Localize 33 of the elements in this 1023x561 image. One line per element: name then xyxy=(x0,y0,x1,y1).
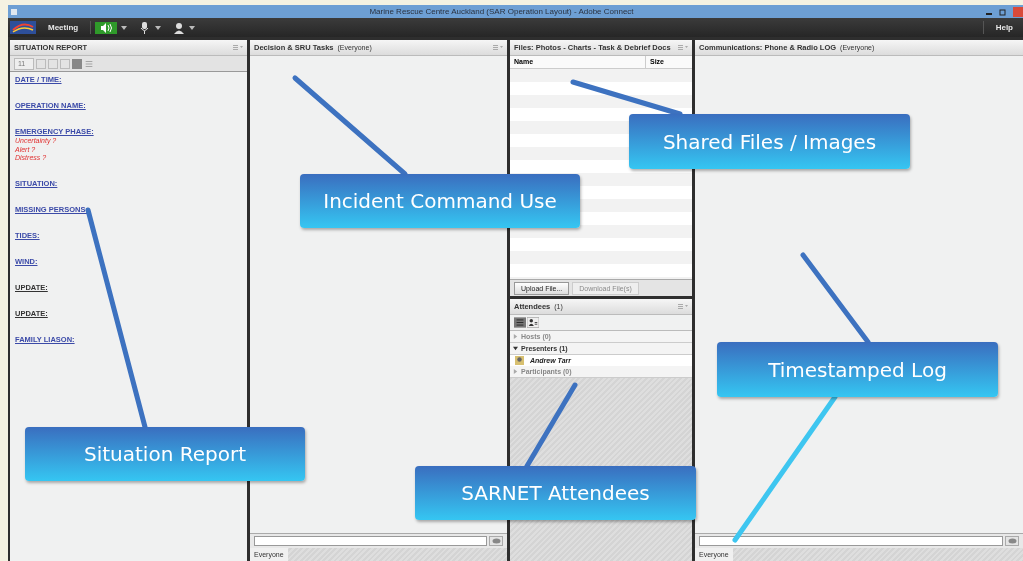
color-swatch-icon[interactable] xyxy=(72,58,83,69)
pod-menu-icon[interactable] xyxy=(678,45,688,50)
pod-menu-icon[interactable] xyxy=(493,45,503,50)
collapse-icon[interactable] xyxy=(513,346,518,351)
pod-menu-icon[interactable] xyxy=(233,45,243,50)
expand-icon[interactable] xyxy=(513,334,518,339)
chat-input[interactable] xyxy=(254,536,487,546)
send-button[interactable] xyxy=(1005,536,1019,546)
meeting-menu[interactable]: Meeting xyxy=(40,23,87,32)
help-menu[interactable]: Help xyxy=(987,23,1021,32)
app-icon xyxy=(10,7,18,16)
chat-input[interactable] xyxy=(699,536,1003,546)
list-view-icon[interactable] xyxy=(514,317,526,328)
user-list-icon[interactable] xyxy=(527,317,539,328)
callout-label: Situation Report xyxy=(25,427,305,481)
webcam-icon[interactable] xyxy=(173,21,186,34)
expand-icon[interactable] xyxy=(513,369,518,374)
pod-menu-icon[interactable] xyxy=(678,304,688,309)
presenter-icon xyxy=(515,356,524,365)
window-title: Marine Rescue Centre Auckland (SAR Operation Layout) - Adobe Connect xyxy=(368,7,635,16)
speaker-button[interactable] xyxy=(95,21,118,34)
callout-label: Timestamped Log xyxy=(717,342,998,397)
callout-label: Incident Command Use xyxy=(300,174,580,228)
close-icon[interactable] xyxy=(1013,6,1023,17)
send-button[interactable] xyxy=(489,536,503,546)
callout-label: Shared Files / Images xyxy=(629,114,910,169)
caret-icon[interactable] xyxy=(189,25,196,30)
caret-icon[interactable] xyxy=(155,25,162,30)
list-icon[interactable] xyxy=(84,58,95,69)
callout-label: SARNET Attendees xyxy=(415,466,696,520)
restore-icon[interactable] xyxy=(999,7,1007,16)
caret-icon[interactable] xyxy=(121,25,128,30)
logo-icon xyxy=(10,21,36,34)
